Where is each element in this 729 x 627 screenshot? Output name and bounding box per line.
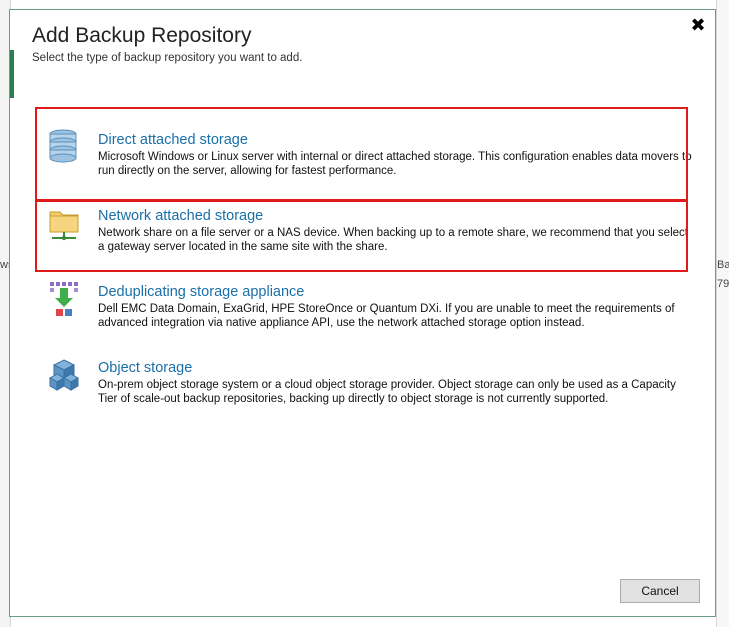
accent-bar	[10, 50, 14, 98]
option-description: On-prem object storage system or a cloud…	[98, 379, 676, 405]
background-right-text-2: 79	[717, 278, 729, 290]
dialog-subtitle: Select the type of backup repository you…	[32, 52, 303, 64]
object-storage-cubes-icon	[48, 356, 80, 394]
option-description: Dell EMC Data Domain, ExaGrid, HPE Store…	[98, 303, 675, 329]
option-deduplicating-storage-appliance[interactable]: Deduplicating storage appliance Dell EMC…	[36, 262, 696, 334]
dedup-appliance-icon	[48, 280, 80, 318]
option-title: Object storage	[98, 360, 193, 376]
background-app-right-edge	[716, 0, 729, 627]
add-backup-repository-dialog: Add Backup Repository Select the type of…	[9, 9, 716, 617]
option-title: Deduplicating storage appliance	[98, 284, 305, 300]
option-object-storage[interactable]: Object storage On-prem object storage sy…	[36, 338, 696, 410]
cancel-button[interactable]: Cancel	[620, 579, 700, 603]
highlight-box-network-attached	[35, 200, 688, 272]
dialog-title: Add Backup Repository	[32, 24, 252, 47]
close-icon[interactable]: ✖	[687, 14, 709, 36]
highlight-box-direct-attached	[35, 107, 688, 201]
background-right-text-1: Ba	[717, 259, 729, 271]
